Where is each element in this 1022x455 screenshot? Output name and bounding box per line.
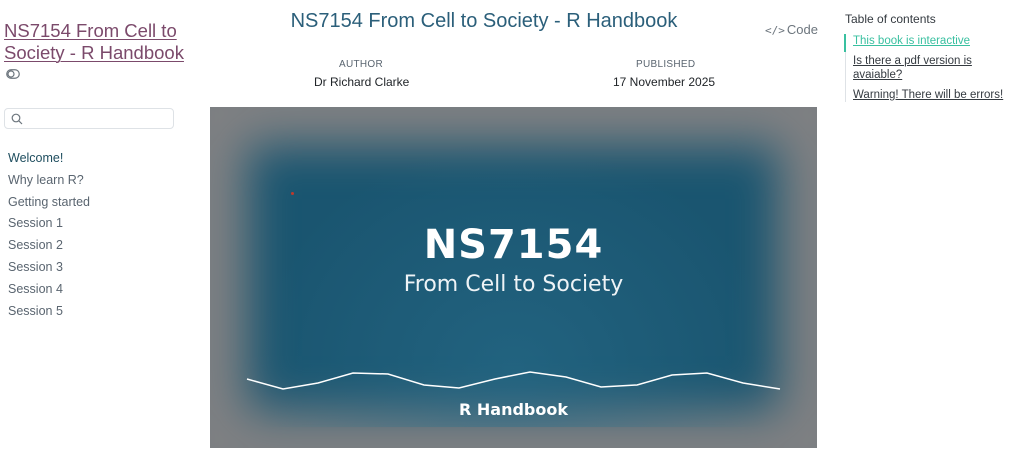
- sidebar-nav: Welcome! Why learn R? Getting started Se…: [8, 148, 90, 322]
- search-icon: [11, 113, 23, 125]
- sidebar-item-session-5[interactable]: Session 5: [8, 301, 90, 323]
- page-title: NS7154 From Cell to Society - R Handbook: [290, 10, 678, 32]
- toc-link-pdf-version[interactable]: Is there a pdf version is avaiable?: [853, 54, 1022, 82]
- sidebar-item-session-2[interactable]: Session 2: [8, 235, 90, 257]
- cover-image: NS7154 From Cell to Society R Handbook: [210, 107, 817, 448]
- code-button-label: Code: [786, 22, 818, 37]
- search-box: [4, 108, 175, 129]
- sidebar-item-why-learn-r[interactable]: Why learn R?: [8, 170, 90, 192]
- cover-footer: R Handbook: [459, 400, 568, 419]
- search-input[interactable]: [27, 111, 175, 128]
- toc-list: This book is interactive Is there a pdf …: [844, 34, 1022, 102]
- published-date: 17 November 2025: [613, 75, 716, 89]
- cover-course-code: NS7154: [423, 222, 604, 268]
- toc-link-interactive[interactable]: This book is interactive: [853, 34, 1022, 48]
- sidebar-item-getting-started[interactable]: Getting started: [8, 192, 90, 214]
- cover-subtitle: From Cell to Society: [403, 272, 624, 297]
- code-icon: </>: [765, 24, 785, 37]
- toc-active-indicator: [844, 34, 846, 52]
- published-label: PUBLISHED: [636, 59, 696, 70]
- table-of-contents: Table of contents This book is interacti…: [844, 12, 1022, 108]
- sidebar-item-welcome[interactable]: Welcome!: [8, 148, 90, 170]
- sidebar-item-session-4[interactable]: Session 4: [8, 279, 90, 301]
- sidebar-item-session-1[interactable]: Session 1: [8, 213, 90, 235]
- toc-title: Table of contents: [845, 12, 936, 26]
- code-button[interactable]: </> Code: [765, 22, 818, 37]
- toc-link-warning-errors[interactable]: Warning! There will be errors!: [853, 88, 1022, 102]
- sidebar-item-session-3[interactable]: Session 3: [8, 257, 90, 279]
- book-title-link[interactable]: NS7154 From Cell to Society - R Handbook: [4, 20, 184, 64]
- author-label: AUTHOR: [339, 59, 384, 70]
- reader-toggle-icon[interactable]: [6, 69, 20, 79]
- sidebar: NS7154 From Cell to Society - R Handbook…: [0, 0, 190, 455]
- author-name: Dr Richard Clarke: [314, 75, 410, 89]
